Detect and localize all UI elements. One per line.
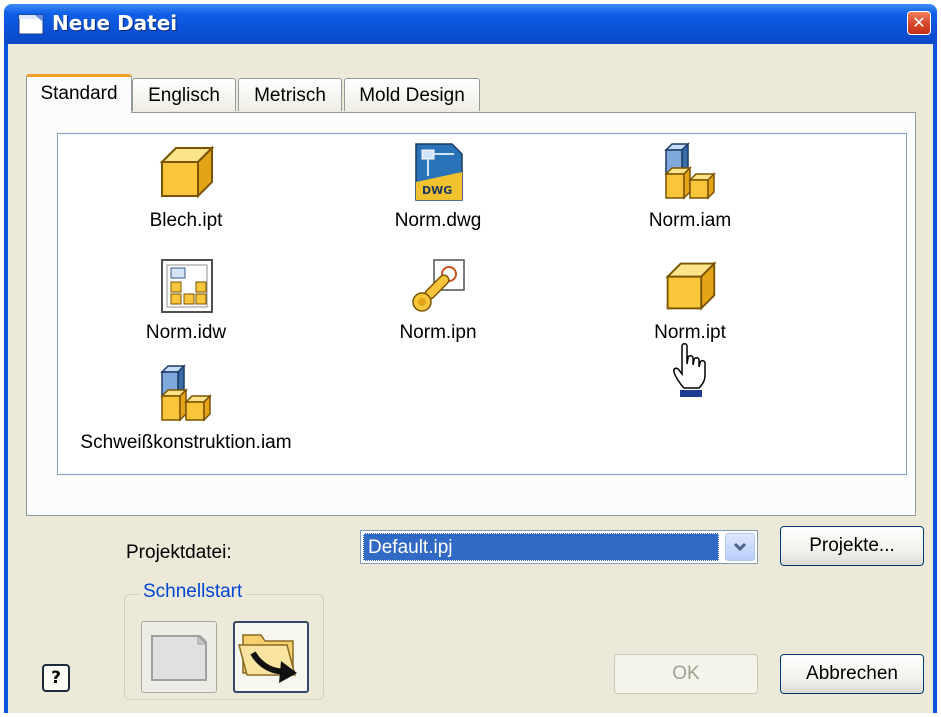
tab-panel: Blech.ipt DWG Norm.dwg Norm.iam Norm.idw… (26, 112, 916, 516)
tab-metrisch[interactable]: Metrisch (238, 78, 342, 111)
close-icon: ✕ (912, 13, 926, 32)
file-label: Norm.ipn (399, 322, 477, 343)
blank-document-icon (151, 634, 208, 681)
ok-button[interactable]: OK (614, 654, 758, 694)
part-cube-icon (159, 145, 215, 199)
close-button[interactable]: ✕ (907, 11, 931, 35)
tab-standard[interactable]: Standard (26, 74, 132, 113)
quickstart-group: Schnellstart (124, 581, 324, 700)
file-label: Blech.ipt (149, 210, 223, 231)
tab-englisch[interactable]: Englisch (132, 78, 236, 111)
dropdown-arrow-button[interactable] (725, 533, 755, 561)
assembly-icon (664, 142, 716, 200)
file-item-norm-idw[interactable]: Norm.idw (76, 258, 296, 344)
file-item-schweisskonstruktion-iam[interactable]: Schweißkonstruktion.iam (76, 364, 296, 454)
tab-mold-design[interactable]: Mold Design (344, 78, 480, 111)
file-item-blech-ipt[interactable]: Blech.ipt (76, 142, 296, 232)
dwg-badge-text: DWG (422, 184, 452, 197)
project-file-value: Default.ipj (363, 533, 719, 561)
cancel-button[interactable]: Abbrechen (780, 654, 924, 694)
file-label: Norm.iam (648, 210, 732, 231)
window-title: Neue Datei (52, 11, 178, 35)
quickstart-new-button[interactable] (141, 621, 217, 693)
quickstart-label: Schnellstart (139, 581, 247, 603)
file-label: Norm.idw (145, 322, 227, 343)
project-file-select[interactable]: Default.ipj (360, 530, 758, 564)
new-file-dialog: Neue Datei ✕ Standard Englisch Metrisch … (4, 4, 937, 713)
file-item-norm-ipn[interactable]: Norm.ipn (328, 258, 548, 344)
file-item-norm-ipt[interactable]: Norm.ipt (580, 258, 800, 397)
file-item-norm-dwg[interactable]: DWG Norm.dwg (328, 142, 548, 232)
file-item-norm-iam[interactable]: Norm.iam (580, 142, 800, 232)
quickstart-open-button[interactable] (233, 621, 309, 693)
open-folder-icon (238, 634, 297, 683)
file-label: Schweißkonstruktion.iam (80, 432, 292, 453)
title-bar[interactable]: Neue Datei ✕ (4, 4, 937, 44)
chevron-down-icon (733, 542, 747, 552)
assembly-icon (160, 364, 212, 422)
dwg-file-icon: DWG (415, 143, 463, 201)
part-cube-icon (665, 261, 717, 311)
hand-cursor-icon (673, 343, 706, 397)
file-label: Norm.ipt (654, 322, 726, 343)
template-list: Blech.ipt DWG Norm.dwg Norm.iam Norm.idw… (57, 133, 907, 475)
help-button[interactable]: ? (42, 664, 70, 692)
presentation-icon (412, 259, 465, 312)
project-file-label: Projektdatei: (126, 542, 232, 563)
file-label: Norm.dwg (394, 210, 482, 231)
projects-button[interactable]: Projekte... (780, 526, 924, 566)
drawing-sheet-icon (161, 259, 213, 313)
new-document-icon (18, 14, 44, 35)
help-icon: ? (51, 668, 61, 688)
dialog-body: Standard Englisch Metrisch Mold Design B… (8, 44, 933, 713)
